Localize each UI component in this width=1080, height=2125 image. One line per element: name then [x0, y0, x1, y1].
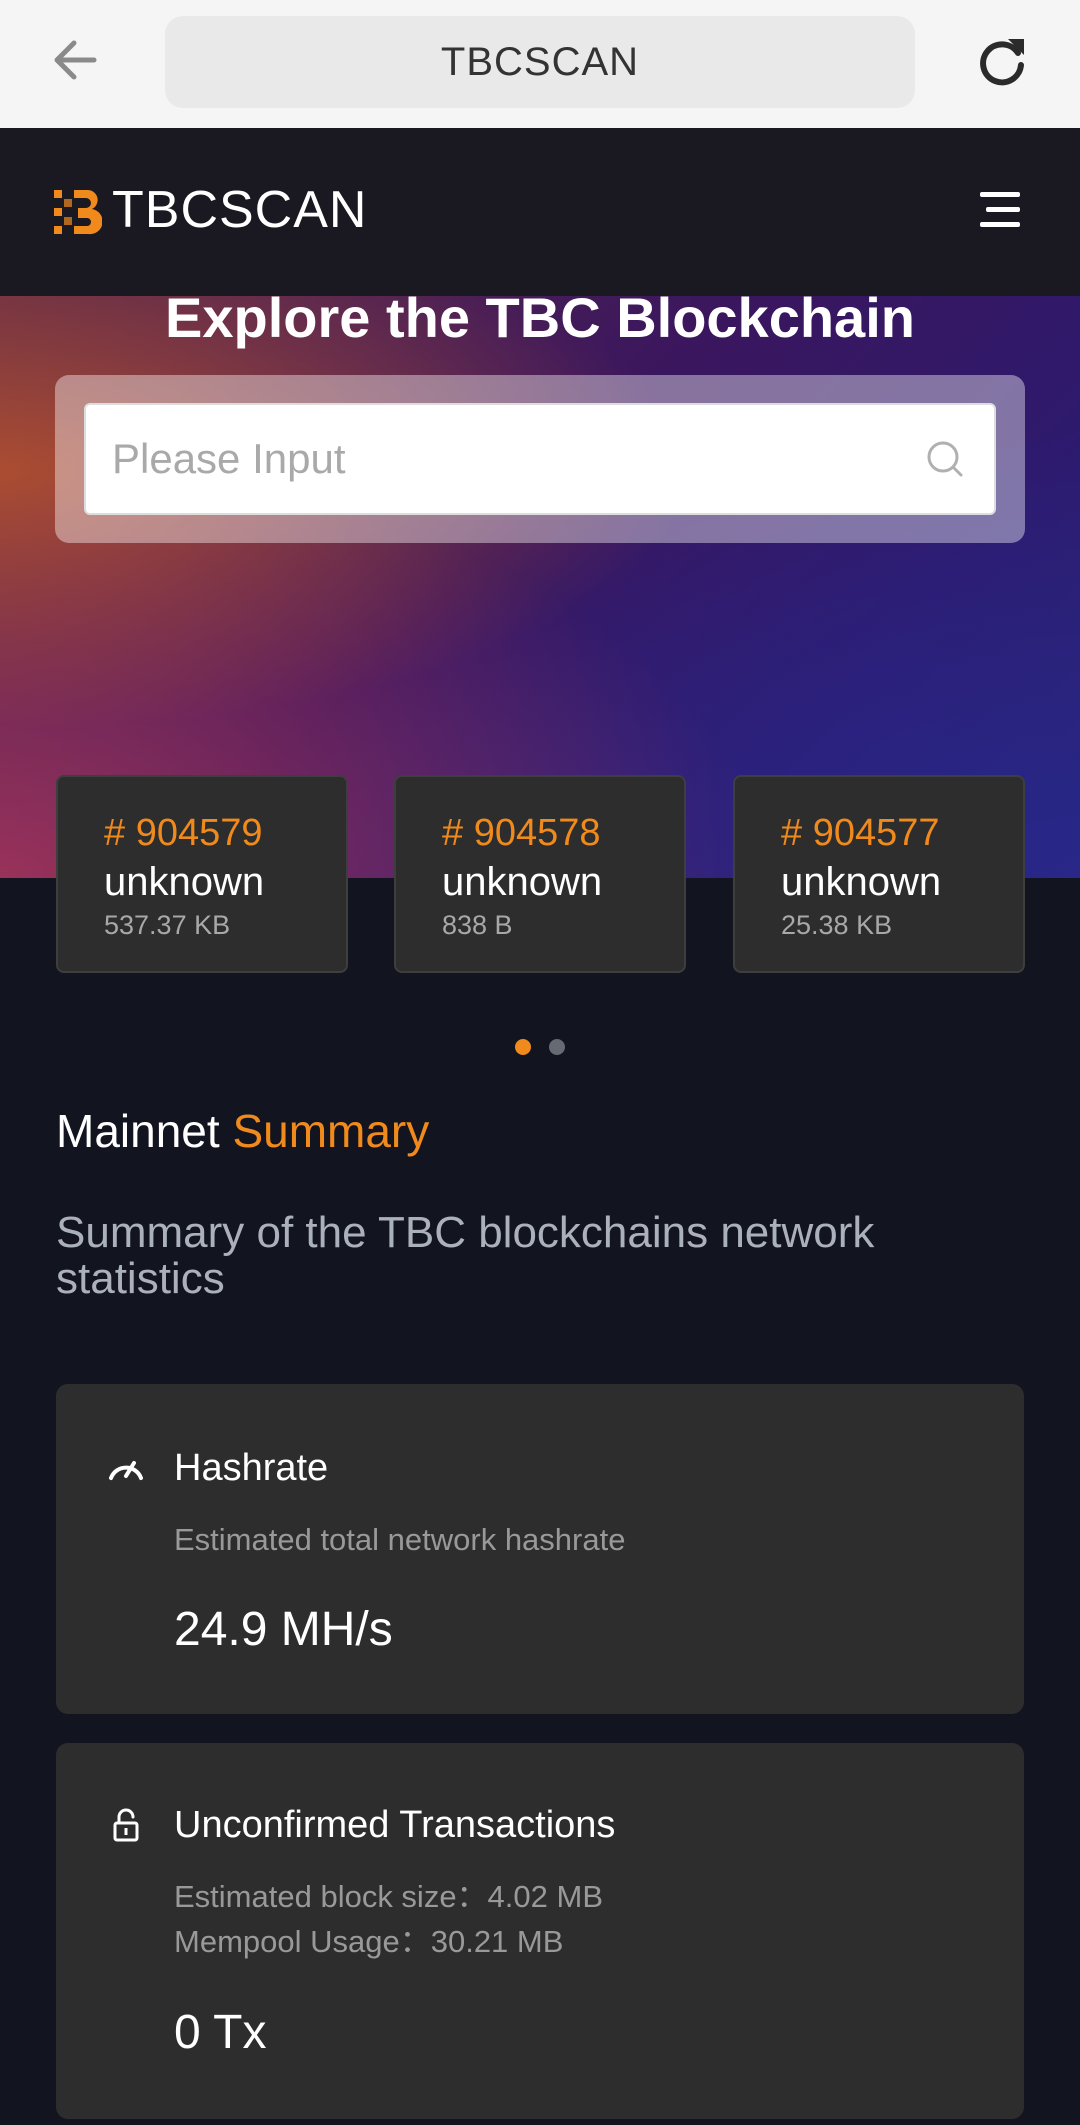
block-card[interactable]: # 904578 unknown 838 B	[394, 775, 686, 973]
block-number[interactable]: # 904578	[442, 811, 601, 855]
address-bar[interactable]: TBCSCAN	[165, 16, 915, 108]
hashrate-card: Hashrate Estimated total network hashrat…	[56, 1384, 1024, 1714]
carousel-dot-active[interactable]	[515, 1039, 531, 1055]
block-miner: unknown	[781, 860, 942, 904]
search-input[interactable]	[112, 425, 912, 493]
block-card[interactable]: # 904579 unknown 537.37 KB	[56, 775, 348, 973]
estimated-block-size: Estimated block size：4.02 MB	[174, 1879, 604, 1914]
back-arrow-icon[interactable]	[44, 28, 108, 92]
block-size: 838 B	[442, 910, 513, 940]
block-size: 25.38 KB	[781, 910, 893, 940]
block-miner: unknown	[442, 860, 603, 904]
block-size: 537.37 KB	[104, 910, 231, 940]
summary-heading-main: Mainnet	[56, 1105, 220, 1157]
block-miner: unknown	[104, 860, 265, 904]
unlock-icon	[106, 1805, 146, 1845]
unconfirmed-tx-count: 0 Tx	[174, 2006, 267, 2059]
logo-text[interactable]: TBCSCAN	[112, 178, 367, 242]
mempool-usage: Mempool Usage：30.21 MB	[174, 1924, 564, 1959]
hashrate-description: Estimated total network hashrate	[174, 1522, 626, 1557]
search-icon[interactable]	[924, 438, 966, 480]
block-card[interactable]: # 904577 unknown 25.38 KB	[733, 775, 1025, 973]
summary-heading-accent: Summary	[232, 1105, 430, 1157]
gauge-icon	[106, 1448, 146, 1488]
carousel-dot[interactable]	[549, 1039, 565, 1055]
summary-subtitle: Summary of the TBC blockchains network s…	[56, 1208, 875, 1303]
hashrate-value: 24.9 MH/s	[174, 1603, 393, 1656]
block-number[interactable]: # 904577	[781, 811, 940, 855]
block-number[interactable]: # 904579	[104, 811, 263, 855]
hamburger-menu-icon[interactable]	[976, 186, 1024, 234]
reload-icon[interactable]	[970, 30, 1034, 94]
hashrate-title: Hashrate	[174, 1447, 329, 1489]
unconfirmed-title: Unconfirmed Transactions	[174, 1804, 616, 1846]
hero-title: Explore the TBC Blockchain	[165, 286, 915, 349]
tbc-logo-icon[interactable]	[54, 188, 103, 236]
summary-heading: Mainnet Summary	[56, 1104, 429, 1158]
address-bar-title: TBCSCAN	[440, 39, 640, 84]
unconfirmed-transactions-card: Unconfirmed Transactions Estimated block…	[56, 1743, 1024, 2119]
